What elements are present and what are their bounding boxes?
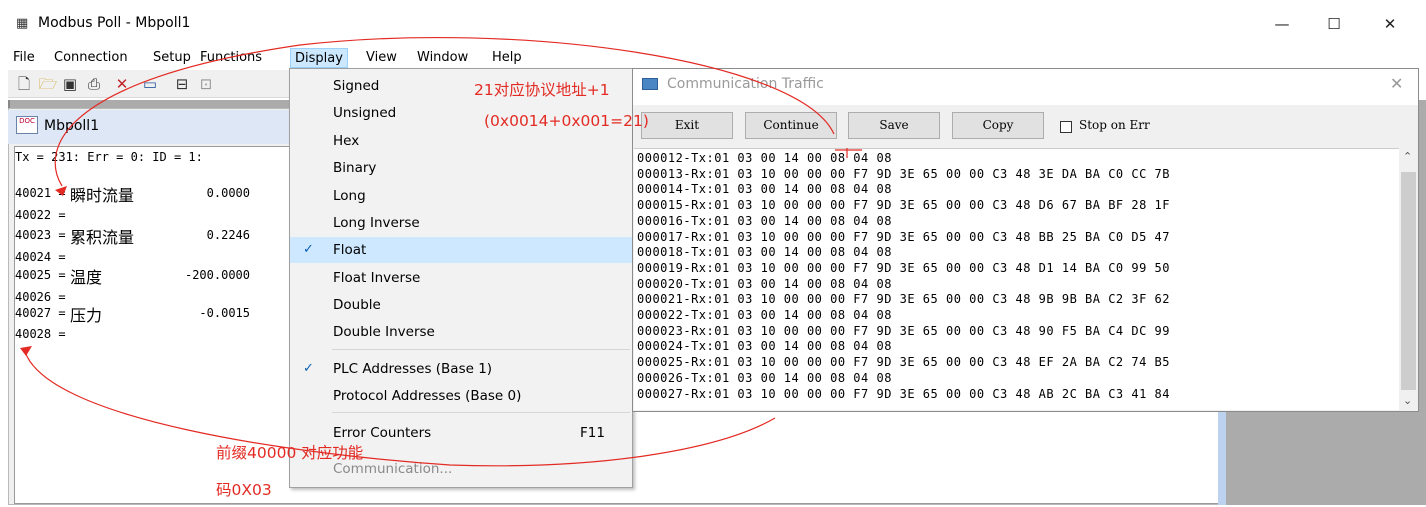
annotation-arrows xyxy=(20,36,862,467)
arrow-to-function-code xyxy=(23,347,776,467)
arrow-to-address xyxy=(54,36,835,187)
annotation-address: 21对应协议地址+1 xyxy=(474,81,610,99)
annotation-function-code: 码0X03 xyxy=(216,481,272,499)
annotation-prefix: 前缀40000 对应功能 xyxy=(216,444,364,462)
annotation-address-calc: (0x0014+0x001=21) xyxy=(484,112,649,130)
